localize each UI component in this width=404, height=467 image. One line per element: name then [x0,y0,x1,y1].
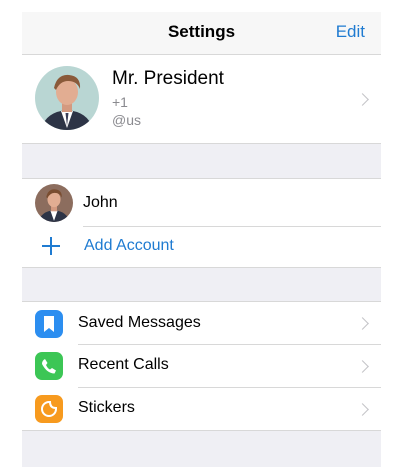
page-title: Settings [167,22,236,41]
phone-icon [35,352,63,380]
plus-icon [42,237,60,255]
menu-item-saved-messages[interactable]: Saved Messages [22,301,381,345]
account-name: John [83,194,118,211]
bookmark-icon [35,310,63,338]
chevron-right-icon [356,403,369,416]
menu-item-label: Recent Calls [78,356,169,373]
chevron-right-icon [356,317,369,330]
add-account-row[interactable]: Add Account [22,227,381,267]
account-item-john[interactable]: John [22,178,381,227]
settings-panel: Settings Edit Mr. President +1 @us John … [22,12,381,467]
menu-item-label: Saved Messages [78,314,201,331]
chevron-right-icon [356,360,369,373]
profile-name: Mr. President [112,68,224,89]
section-gap [22,267,381,302]
profile-avatar [35,66,99,130]
add-account-label: Add Account [84,237,174,254]
chevron-right-icon [356,93,369,106]
menu-item-label: Stickers [78,399,135,416]
section-gap [22,144,381,178]
profile-phone: +1 [112,94,128,110]
edit-button[interactable]: Edit [336,22,365,42]
sticker-icon [35,395,63,423]
menu-item-stickers[interactable]: Stickers [22,388,381,431]
account-avatar [35,184,73,222]
menu-item-recent-calls[interactable]: Recent Calls [22,345,381,387]
profile-username: @us [112,112,141,128]
navigation-bar: Settings Edit [22,12,381,55]
section-gap [22,431,381,467]
profile-row[interactable]: Mr. President +1 @us [22,55,381,144]
